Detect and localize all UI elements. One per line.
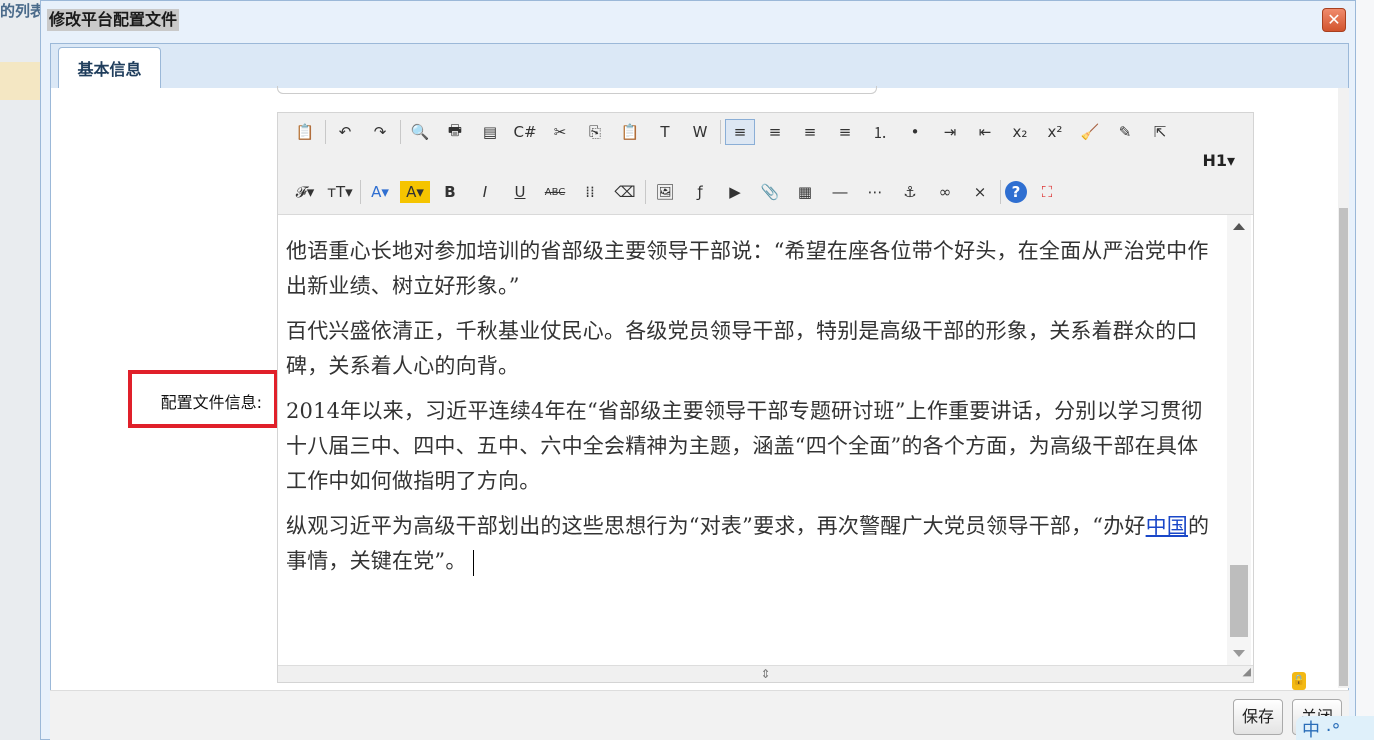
editor-scroll-thumb[interactable] bbox=[1230, 565, 1248, 637]
close-icon[interactable]: ✕ bbox=[1322, 8, 1346, 32]
flash-icon[interactable]: ƒ bbox=[685, 179, 715, 205]
resize-grip-icon[interactable]: ◢ bbox=[1243, 664, 1251, 680]
redo-icon[interactable]: ↷ bbox=[365, 119, 395, 145]
font-family-icon[interactable]: 𝓕▾ bbox=[290, 179, 320, 205]
unordered-list-icon[interactable]: • bbox=[900, 119, 930, 145]
editor-toolbar: 📋 ↶ ↷ 🔍 🖶 ▤ C# ✂ ⎘ 📋 T W ≡ ≡ ≡ ≡ ⒈ • ⇥ ⇤ x₂ x² 🧹 ✎ ⇱ H1▾ 𝓕▾ тT▾ A▾… bbox=[278, 113, 1253, 215]
media-icon[interactable]: ▶ bbox=[720, 179, 750, 205]
line-height-icon[interactable]: ⁞⁞ bbox=[575, 179, 605, 205]
fullscreen-icon[interactable]: ⛶ bbox=[1032, 179, 1062, 205]
scroll-down-icon[interactable] bbox=[1233, 650, 1245, 657]
editor-content[interactable]: 党员、干部干微的自己是以自党干微。 他语重心长地对参加培训的省部级主要领导干部说… bbox=[278, 215, 1227, 665]
code-icon[interactable]: C# bbox=[510, 119, 540, 145]
superscript-icon[interactable]: x² bbox=[1040, 119, 1070, 145]
background-title-fragment: 的列表 bbox=[0, 2, 46, 20]
help-icon[interactable]: ? bbox=[1005, 181, 1027, 203]
rich-text-editor[interactable]: 📋 ↶ ↷ 🔍 🖶 ▤ C# ✂ ⎘ 📋 T W ≡ ≡ ≡ ≡ ⒈ • ⇥ ⇤ x₂ x² 🧹 ✎ ⇱ H1▾ 𝓕▾ тT▾ A▾… bbox=[277, 112, 1254, 683]
dialog-footer: 保存 关闭 bbox=[50, 690, 1349, 740]
toolbar-row-1: 📋 ↶ ↷ 🔍 🖶 ▤ C# ✂ ⎘ 📋 T W ≡ ≡ ≡ ≡ ⒈ • ⇥ ⇤ x₂ x² 🧹 ✎ ⇱ bbox=[290, 119, 1180, 145]
toolbar-separator bbox=[1000, 180, 1001, 204]
form-panel: 配置文件信息: 📋 ↶ ↷ 🔍 🖶 ▤ C# ✂ ⎘ 📋 T W ≡ ≡ ≡ ≡ ⒈ • ⇥ ⇤ x₂ x² 🧹 ✎ ⇱ H1▾… bbox=[50, 86, 1349, 690]
template-icon[interactable]: ▤ bbox=[475, 119, 505, 145]
paste-text-icon[interactable]: T bbox=[650, 119, 680, 145]
content-paragraph-last: 纵观习近平为高级干部划出的这些思想行为“对表”要求，再次警醒广大党员领导干部，“… bbox=[286, 509, 1219, 579]
save-button[interactable]: 保存 bbox=[1233, 699, 1284, 735]
font-size-icon[interactable]: тT▾ bbox=[325, 179, 355, 205]
content-paragraph: 2014年以来，习近平连续4年在“省部级主要领导干部专题研讨班”上作重要讲话，分… bbox=[286, 399, 1203, 493]
last-paragraph-text: 纵观习近平为高级干部划出的这些思想行为“对表”要求，再次警醒广大党员领导干部，“… bbox=[286, 514, 1146, 538]
eraser-icon[interactable]: ⌫ bbox=[610, 179, 640, 205]
paste-icon[interactable]: 📋 bbox=[615, 119, 645, 145]
tab-basic-info[interactable]: 基本信息 bbox=[58, 47, 161, 89]
undo-icon[interactable]: ↶ bbox=[330, 119, 360, 145]
select-all-icon[interactable]: ⇱ bbox=[1145, 119, 1175, 145]
resize-handle-icon[interactable]: ⇕ bbox=[760, 667, 770, 681]
page-break-icon[interactable]: ⋯ bbox=[860, 179, 890, 205]
field-label-highlight: 配置文件信息: bbox=[128, 370, 278, 428]
align-justify-icon[interactable]: ≡ bbox=[830, 119, 860, 145]
align-center-icon[interactable]: ≡ bbox=[760, 119, 790, 145]
edit-config-dialog: 修改平台配置文件 ✕ 基本信息 配置文件信息: 📋 ↶ ↷ 🔍 🖶 ▤ C# ✂ ⎘ 📋 T W ≡ ≡ ≡… bbox=[40, 0, 1356, 740]
ime-indicator[interactable]: 中 ·° bbox=[1296, 716, 1374, 740]
content-paragraph: 百代兴盛依清正，千秋基业仗民心。各级党员领导干部，特别是高级干部的形象，关系着群… bbox=[286, 319, 1198, 378]
strikethrough-icon[interactable]: ABC bbox=[540, 179, 570, 205]
content-paragraph-cut: 党员、干部干微的自己是以自党干微。 bbox=[286, 215, 1219, 224]
panel-scrollbar[interactable] bbox=[1338, 88, 1349, 688]
dialog-title: 修改平台配置文件 bbox=[47, 9, 180, 31]
cut-icon[interactable]: ✂ bbox=[545, 119, 575, 145]
subscript-icon[interactable]: x₂ bbox=[1005, 119, 1035, 145]
italic-icon[interactable]: I bbox=[470, 179, 500, 205]
font-color-icon[interactable]: A▾ bbox=[365, 179, 395, 205]
image-icon[interactable]: 🖼 bbox=[650, 179, 680, 205]
editor-scrollbar[interactable] bbox=[1227, 215, 1251, 665]
toolbar-separator bbox=[325, 120, 326, 144]
toolbar-separator bbox=[645, 180, 646, 204]
link-icon[interactable]: ∞ bbox=[930, 179, 960, 205]
bold-icon[interactable]: B bbox=[435, 179, 465, 205]
preview-icon[interactable]: 🔍 bbox=[405, 119, 435, 145]
attachment-icon[interactable]: 📎 bbox=[755, 179, 785, 205]
outdent-icon[interactable]: ⇤ bbox=[970, 119, 1000, 145]
panel-scroll-thumb[interactable] bbox=[1339, 208, 1348, 686]
align-right-icon[interactable]: ≡ bbox=[795, 119, 825, 145]
unlink-icon[interactable]: ⨯ bbox=[965, 179, 995, 205]
toolbar-separator bbox=[400, 120, 401, 144]
print-icon[interactable]: 🖶 bbox=[440, 119, 470, 145]
lock-icon[interactable]: 🔒 bbox=[1292, 672, 1306, 690]
clear-format-icon[interactable]: 🧹 bbox=[1075, 119, 1105, 145]
heading-dropdown[interactable]: H1▾ bbox=[1202, 151, 1235, 170]
table-icon[interactable]: ▦ bbox=[790, 179, 820, 205]
toolbar-separator bbox=[720, 120, 721, 144]
highlight-color-icon[interactable]: A▾ bbox=[400, 181, 430, 203]
tab-strip: 基本信息 bbox=[50, 43, 1349, 89]
paste-word-icon[interactable]: W bbox=[685, 119, 715, 145]
content-paragraph: 他语重心长地对参加培训的省部级主要领导干部说：“希望在座各位带个好头，在全面从严… bbox=[286, 239, 1209, 298]
quick-format-icon[interactable]: ✎ bbox=[1110, 119, 1140, 145]
indent-icon[interactable]: ⇥ bbox=[935, 119, 965, 145]
copy-icon[interactable]: ⎘ bbox=[580, 119, 610, 145]
china-link[interactable]: 中国 bbox=[1146, 514, 1188, 538]
toolbar-row-2: 𝓕▾ тT▾ A▾ A▾ B I U ABC ⁞⁞ ⌫ 🖼 ƒ ▶ 📎 ▦ ― ⋯ ⚓ ∞ ⨯? ⛶ bbox=[290, 179, 1067, 205]
underline-icon[interactable]: U bbox=[505, 179, 535, 205]
ordered-list-icon[interactable]: ⒈ bbox=[865, 119, 895, 145]
scroll-up-icon[interactable] bbox=[1233, 223, 1245, 230]
previous-field-edge bbox=[277, 86, 877, 94]
text-caret bbox=[472, 549, 474, 576]
align-left-icon[interactable]: ≡ bbox=[725, 119, 755, 145]
anchor-icon[interactable]: ⚓ bbox=[895, 179, 925, 205]
hr-icon[interactable]: ― bbox=[825, 179, 855, 205]
editor-resize-bar[interactable]: ⇕ ◢ bbox=[278, 665, 1253, 682]
background-selected-row bbox=[0, 62, 40, 100]
config-info-label: 配置文件信息: bbox=[160, 393, 262, 412]
source-icon[interactable]: 📋 bbox=[290, 119, 320, 145]
toolbar-separator bbox=[360, 180, 361, 204]
